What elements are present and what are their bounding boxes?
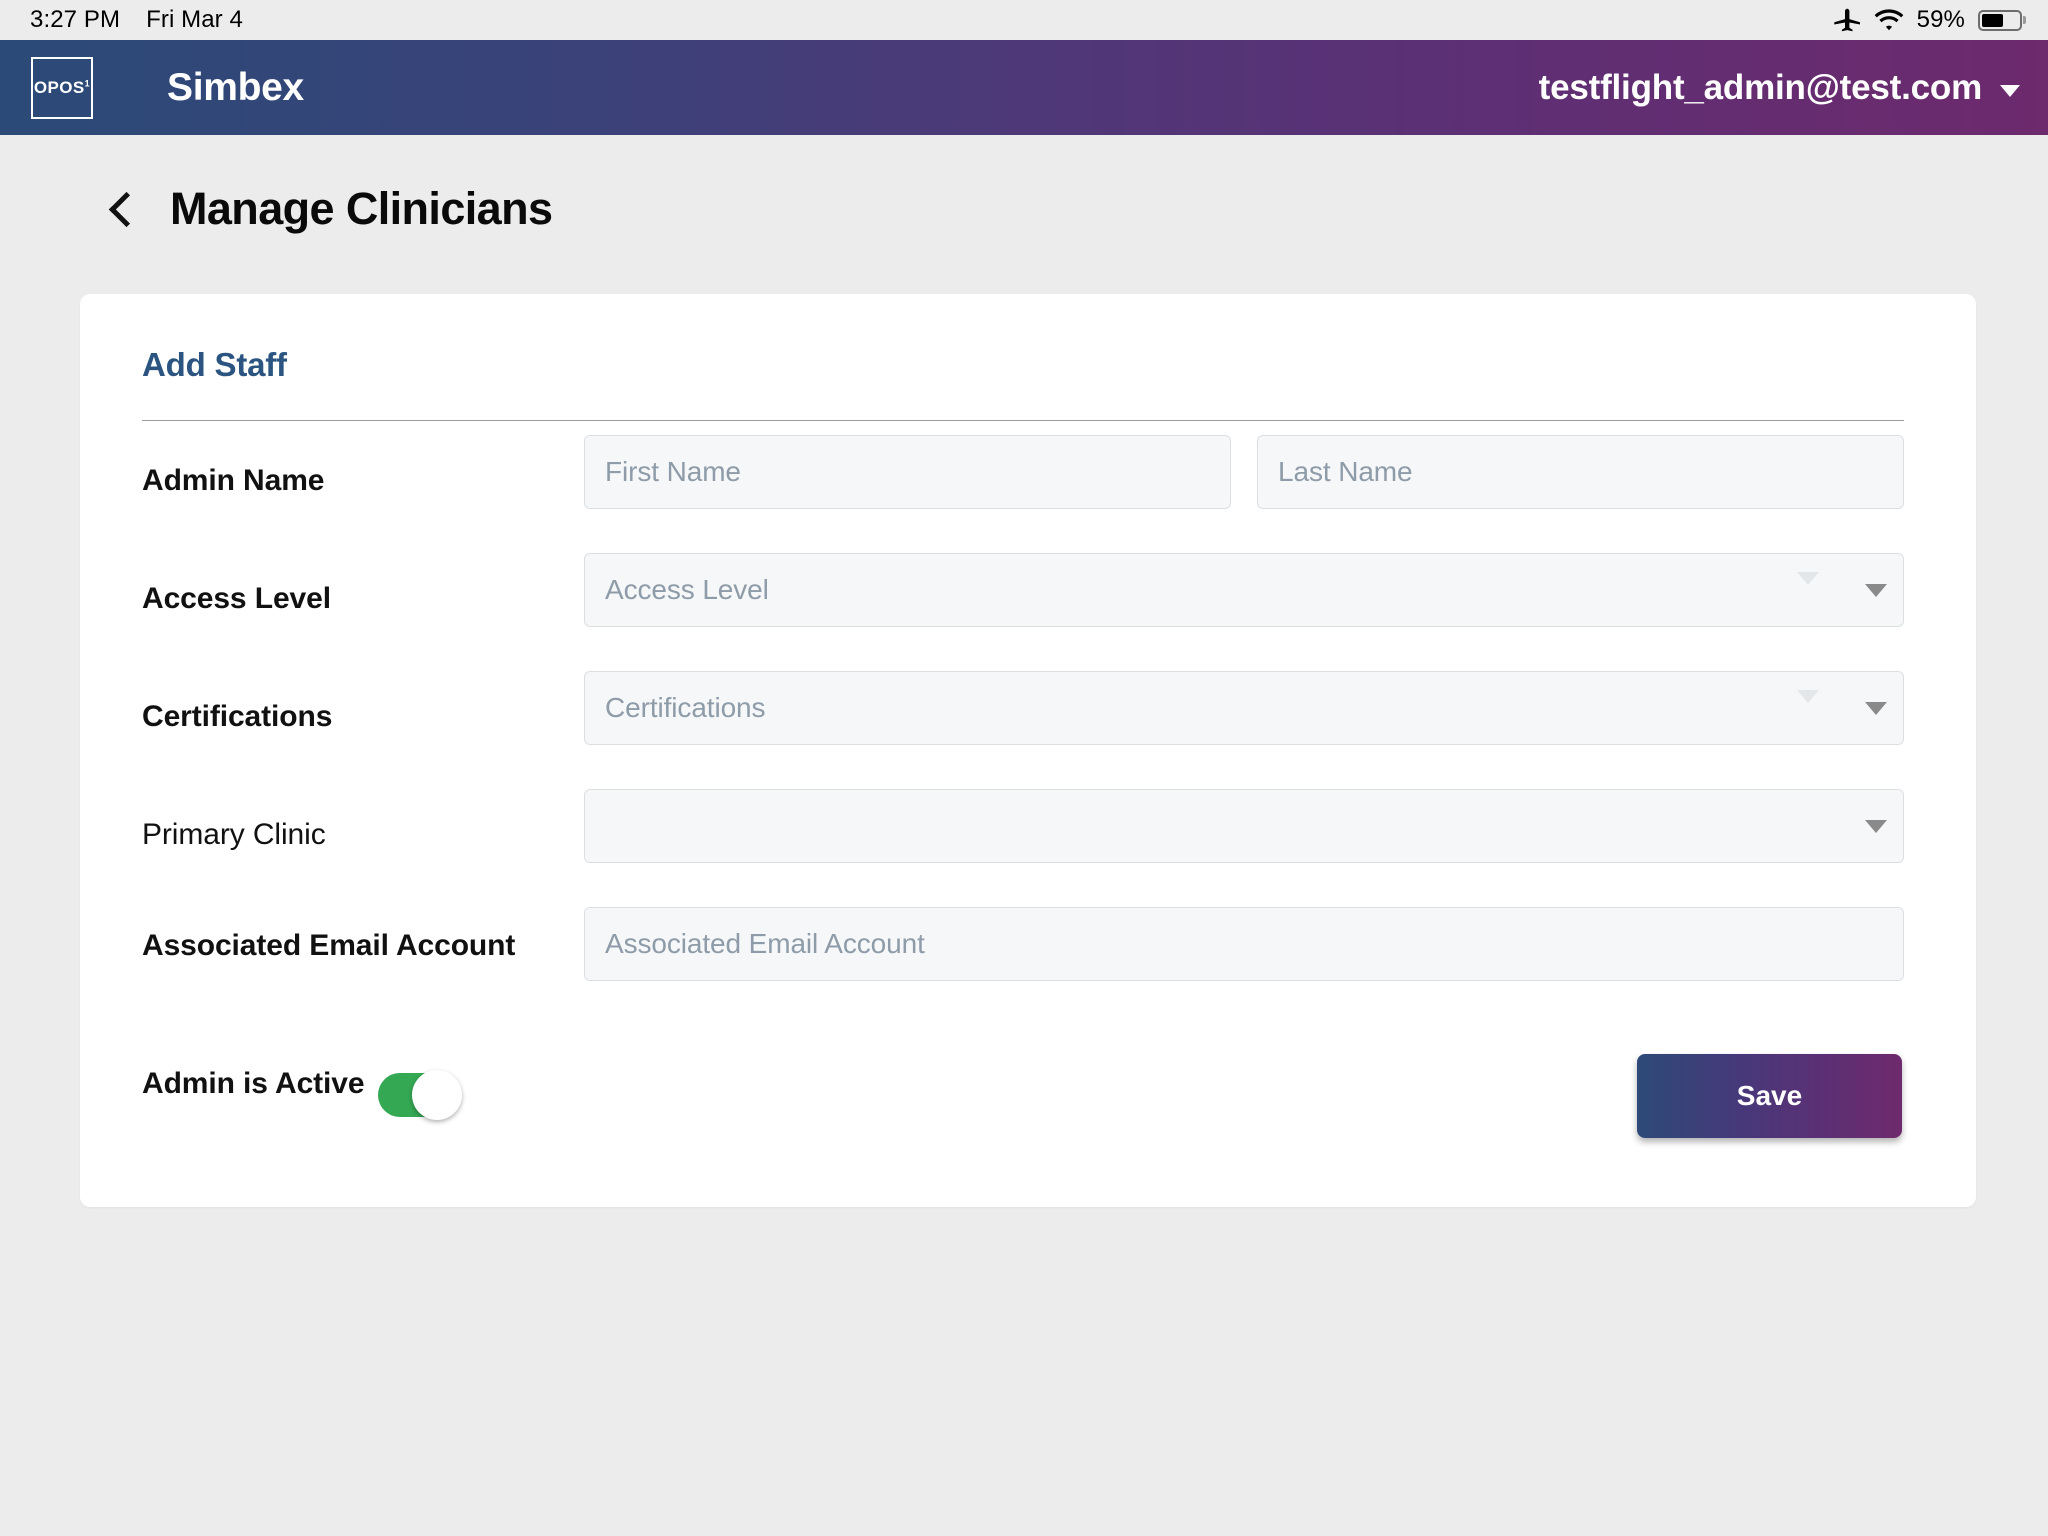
first-name-input[interactable]: First Name (584, 435, 1231, 509)
back-chevron-icon[interactable] (110, 190, 132, 228)
app-header-bar: OPOS1 Simbex testflight_admin@test.com (0, 40, 2048, 135)
battery-percent-label: 59% (1916, 6, 1965, 33)
ios-status-bar: 3:27 PM Fri Mar 4 59% (0, 0, 2048, 40)
certifications-placeholder: Certifications (605, 692, 766, 723)
add-staff-form: Admin Name First Name Last Name Access L… (142, 435, 1904, 1167)
logo-text: OPOS (33, 77, 85, 97)
chevron-down-icon (1865, 819, 1887, 833)
access-level-placeholder: Access Level (605, 574, 769, 605)
account-email-label: testflight_admin@test.com (1538, 67, 1983, 107)
save-button[interactable]: Save (1637, 1054, 1902, 1138)
label-admin-is-active: Admin is Active (142, 1067, 365, 1100)
form-row-access-level: Access Level Access Level (142, 553, 1904, 671)
label-certifications: Certifications (142, 700, 333, 733)
chevron-down-icon (2000, 84, 2020, 97)
page-header: Manage Clinicians (0, 135, 2048, 235)
opos-logo: OPOS1 (31, 56, 93, 119)
certifications-select[interactable]: Certifications (584, 671, 1904, 745)
chevron-down-icon-faint (1797, 690, 1819, 703)
label-access-level: Access Level (142, 582, 331, 615)
account-menu[interactable]: testflight_admin@test.com (1539, 68, 2020, 108)
form-row-admin-active: Admin is Active Save (142, 1047, 1904, 1167)
airplane-mode-icon (1833, 7, 1861, 33)
associated-email-input[interactable]: Associated Email Account (584, 907, 1904, 981)
logo-superscript: 1 (84, 77, 91, 88)
label-primary-clinic: Primary Clinic (142, 818, 326, 851)
toggle-knob (412, 1070, 462, 1120)
wifi-icon (1874, 8, 1904, 32)
form-row-associated-email: Associated Email Account Associated Emai… (142, 907, 1904, 1025)
card-divider (142, 420, 1904, 421)
chevron-down-icon-faint (1797, 572, 1819, 585)
status-bar-time: 3:27 PM (30, 6, 121, 33)
last-name-input[interactable]: Last Name (1257, 435, 1904, 509)
associated-email-placeholder: Associated Email Account (605, 928, 925, 959)
form-row-primary-clinic: Primary Clinic (142, 789, 1904, 907)
page-title: Manage Clinicians (170, 183, 553, 234)
chevron-down-icon (1865, 583, 1887, 597)
form-row-certifications: Certifications Certifications (142, 671, 1904, 789)
label-associated-email-account: Associated Email Account (142, 929, 516, 962)
first-name-placeholder: First Name (605, 456, 741, 487)
form-row-admin-name: Admin Name First Name Last Name (142, 435, 1904, 553)
chevron-down-icon (1865, 701, 1887, 715)
primary-clinic-select[interactable] (584, 789, 1904, 863)
label-admin-name: Admin Name (142, 464, 325, 497)
admin-active-toggle[interactable] (378, 1070, 462, 1120)
card-title: Add Staff (142, 346, 287, 383)
access-level-select[interactable]: Access Level (584, 553, 1904, 627)
add-staff-card: Add Staff Admin Name First Name Last Nam… (80, 294, 1976, 1207)
last-name-placeholder: Last Name (1278, 456, 1413, 487)
status-bar-date: Fri Mar 4 (146, 6, 243, 33)
brand-title: Simbex (167, 65, 304, 109)
battery-icon (1978, 9, 2022, 31)
